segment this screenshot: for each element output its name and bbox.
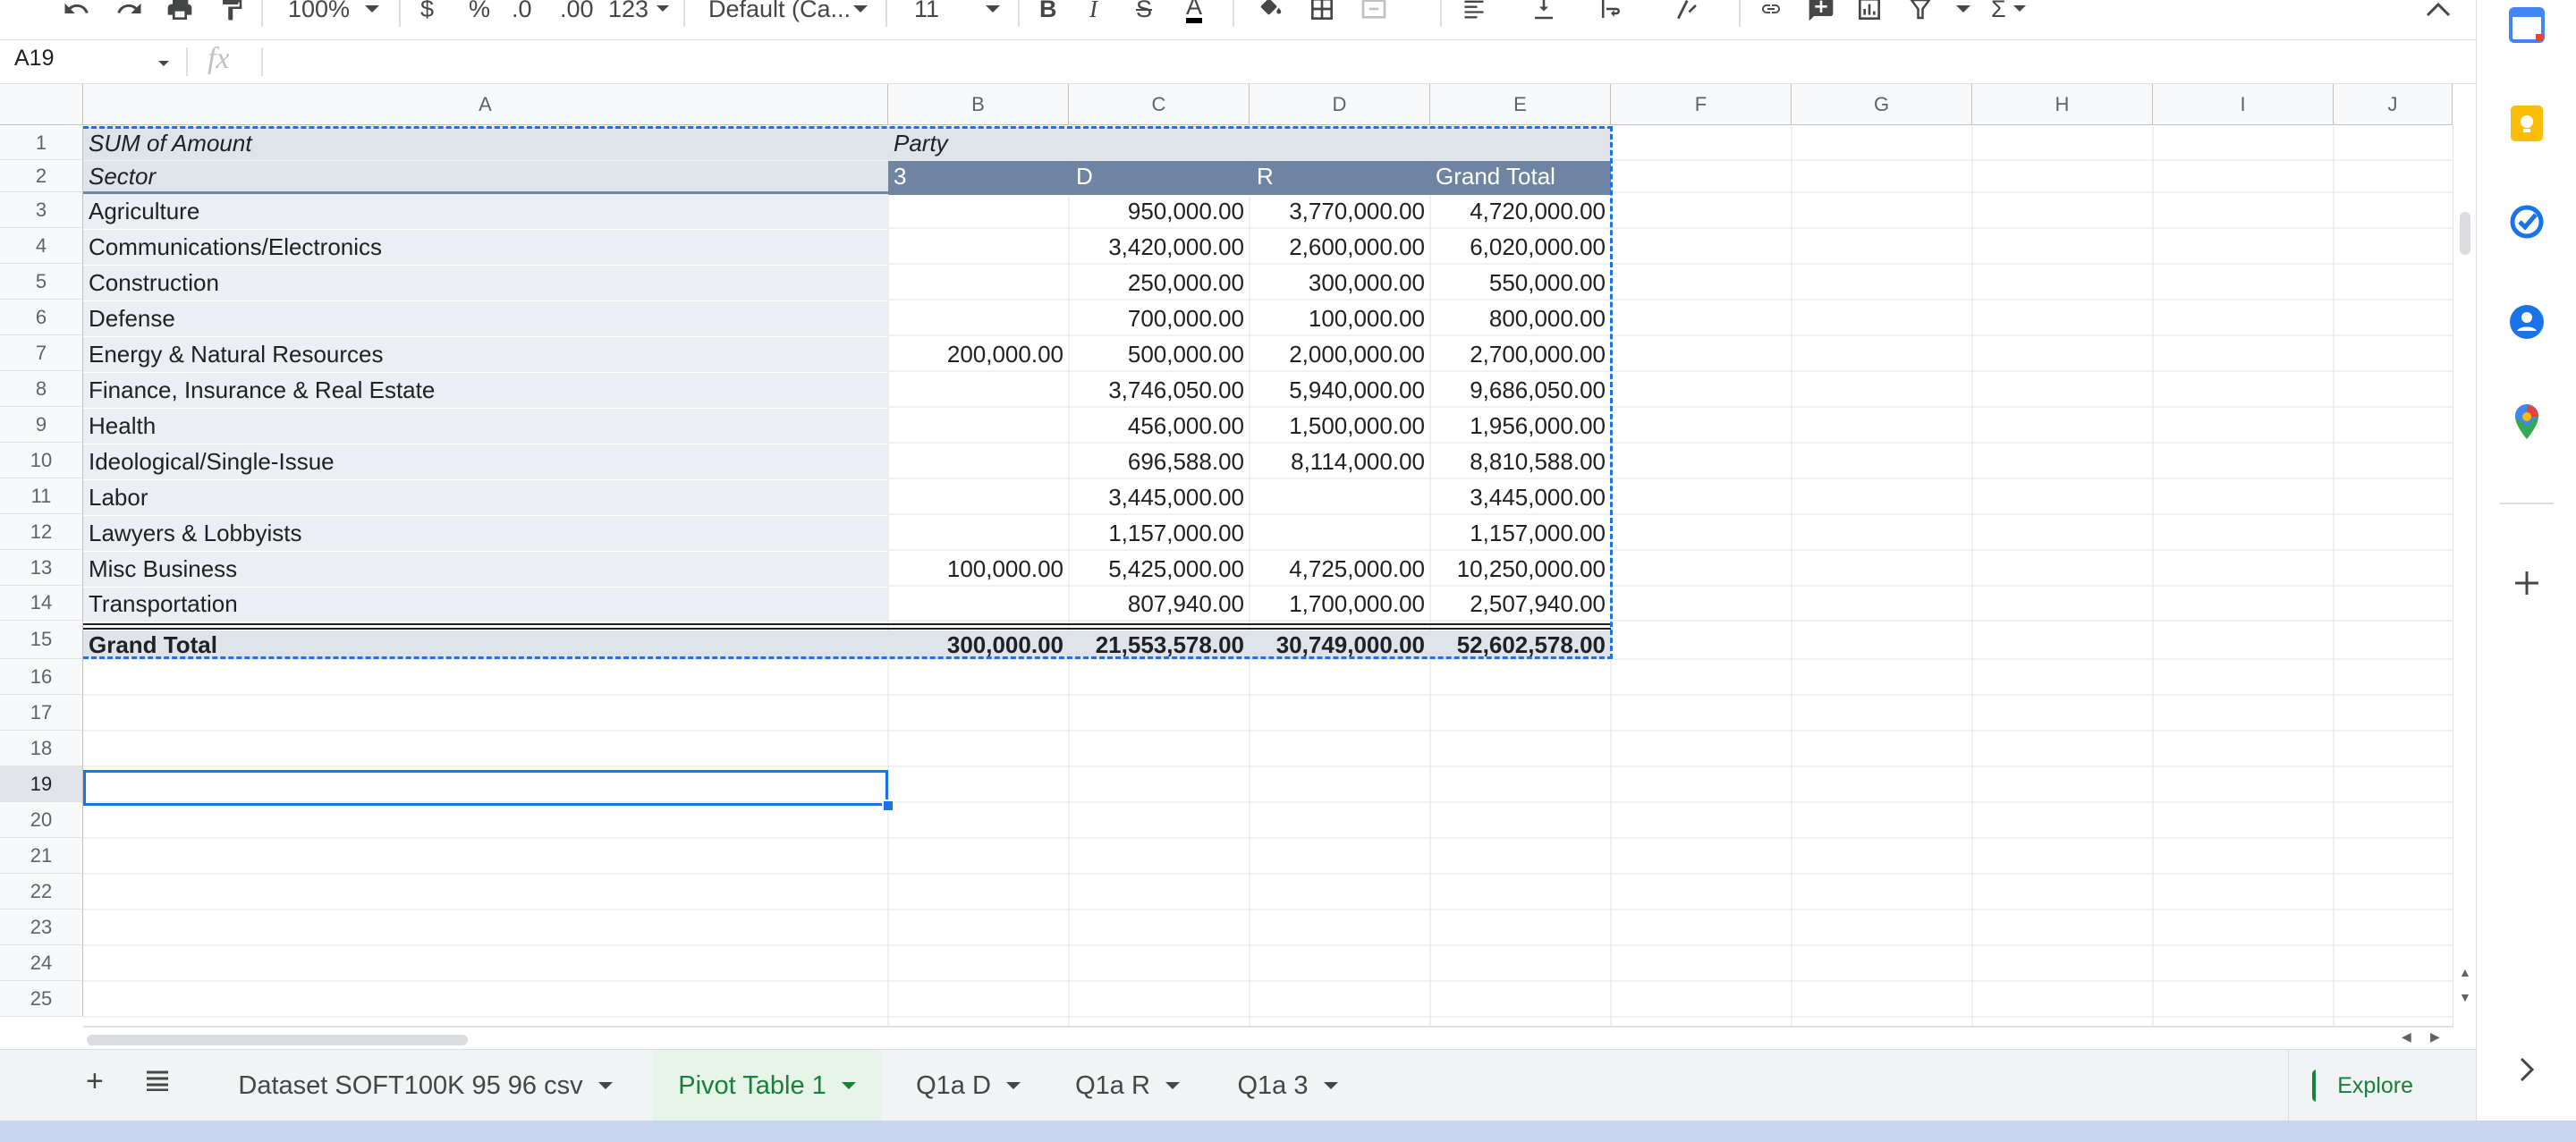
- add-icon[interactable]: [2504, 560, 2550, 606]
- copy-range-border: [83, 126, 1613, 659]
- fx-icon: fx: [208, 42, 230, 75]
- strikethrough-label: S: [1136, 0, 1153, 22]
- sheet-tab-label: Q1a R: [1075, 1070, 1150, 1100]
- explore-button[interactable]: Explore: [2288, 1050, 2413, 1121]
- font-chevron-icon[interactable]: [852, 0, 869, 27]
- align-left-icon[interactable]: [1460, 0, 1488, 27]
- functions-button[interactable]: Σ: [1991, 0, 2027, 27]
- text-rotation-icon[interactable]: [1671, 0, 1701, 27]
- zoom-select[interactable]: 100%: [288, 0, 350, 27]
- insert-chart-icon[interactable]: [1855, 0, 1884, 27]
- strikethrough-button[interactable]: S: [1136, 0, 1152, 27]
- sheet-tab-bar: + Dataset SOFT100K 95 96 csv Pivot Table …: [0, 1049, 2476, 1121]
- currency-button[interactable]: $: [420, 0, 434, 27]
- paint-format-icon[interactable]: [218, 0, 245, 27]
- maps-icon[interactable]: [2504, 399, 2550, 445]
- expand-panel-icon[interactable]: [2504, 1046, 2550, 1093]
- fill-handle[interactable]: [882, 799, 894, 812]
- text-color-button[interactable]: A: [1186, 0, 1203, 27]
- sheet-tab-label: Q1a 3: [1237, 1070, 1309, 1100]
- bold-button[interactable]: B: [1039, 0, 1057, 27]
- horizontal-scroll-thumb[interactable]: [87, 1035, 468, 1045]
- tasks-icon[interactable]: [2504, 199, 2550, 245]
- taskbar-strip: [0, 1121, 2576, 1142]
- side-panel: [2476, 0, 2576, 1121]
- font-value: Default (Ca...: [708, 0, 852, 22]
- italic-label: I: [1089, 0, 1097, 22]
- spreadsheet-grid: ABCDEFGHIJ 1 2 3 4 5 6 7 8 9 10 11 12 13 14 15 16 17 18 19…: [0, 84, 2476, 1028]
- vertical-scrollbar[interactable]: ▲ ▼: [2453, 126, 2476, 1028]
- currency-label: $: [420, 0, 435, 22]
- italic-button[interactable]: I: [1089, 0, 1097, 27]
- insert-link-icon[interactable]: [1755, 0, 1787, 27]
- sheet-tab-chevron-icon[interactable]: [841, 1081, 857, 1091]
- text-wrap-icon[interactable]: [1596, 0, 1626, 27]
- name-box-chevron-icon[interactable]: [157, 56, 170, 72]
- decrease-decimal-label: .0: [512, 0, 532, 22]
- decrease-decimal-button[interactable]: .0: [512, 0, 532, 27]
- chevron-down-icon[interactable]: [363, 0, 381, 27]
- keep-icon[interactable]: [2504, 100, 2550, 147]
- scroll-down-icon[interactable]: ▼: [2459, 990, 2471, 1004]
- borders-icon[interactable]: [1308, 0, 1336, 27]
- sheet-tab-chevron-icon[interactable]: [1323, 1081, 1339, 1091]
- sheet-tab-label: Dataset SOFT100K 95 96 csv: [238, 1070, 583, 1100]
- percent-label: %: [469, 0, 491, 22]
- toolbar: 100% $ % .0 .00 123 Default (Ca... 11 B …: [0, 0, 2476, 40]
- formula-bar: A19 fx: [0, 40, 2476, 84]
- sheet-tab[interactable]: Dataset SOFT100K 95 96 csv: [211, 1050, 640, 1121]
- calendar-icon[interactable]: [2504, 2, 2550, 48]
- vertical-scroll-thumb[interactable]: [2460, 212, 2470, 255]
- scroll-left-icon[interactable]: ◀: [2402, 1029, 2411, 1045]
- vertical-align-icon[interactable]: [1530, 0, 1558, 27]
- formula-input[interactable]: [272, 47, 2419, 76]
- explore-icon: [2312, 1070, 2317, 1102]
- horizontal-scrollbar[interactable]: ◀ ▶: [83, 1029, 2453, 1049]
- zoom-value: 100%: [288, 0, 351, 22]
- fill-color-icon[interactable]: [1256, 0, 1286, 27]
- undo-icon[interactable]: [61, 0, 91, 27]
- scroll-up-icon[interactable]: ▲: [2459, 965, 2471, 979]
- sheet-tab-label: Q1a D: [916, 1070, 991, 1100]
- bold-label: B: [1039, 0, 1057, 22]
- text-color-label: A: [1186, 0, 1203, 23]
- font-size-chevron-icon[interactable]: [984, 0, 1002, 27]
- add-sheet-icon[interactable]: +: [86, 1064, 104, 1099]
- selected-cell-a19[interactable]: [83, 770, 888, 806]
- merge-cells-icon[interactable]: [1360, 0, 1388, 27]
- explore-label: Explore: [2337, 1072, 2413, 1098]
- more-formats-label: 123: [608, 0, 649, 22]
- print-icon[interactable]: [165, 0, 195, 27]
- insert-comment-icon[interactable]: [1807, 0, 1835, 27]
- sheet-tab-chevron-icon[interactable]: [1005, 1081, 1021, 1091]
- sheet-tab[interactable]: Pivot Table 1: [653, 1050, 882, 1121]
- sheet-tab[interactable]: Q1a 3: [1213, 1050, 1363, 1121]
- increase-decimal-label: .00: [560, 0, 594, 22]
- percent-button[interactable]: %: [469, 0, 490, 27]
- all-sheets-icon[interactable]: [145, 1070, 170, 1095]
- increase-decimal-button[interactable]: .00: [560, 0, 594, 27]
- sheet-tab[interactable]: Q1a D: [894, 1050, 1043, 1121]
- collapse-toolbar-icon[interactable]: [2426, 0, 2451, 27]
- scroll-right-icon[interactable]: ▶: [2430, 1029, 2440, 1045]
- more-formats-button[interactable]: 123: [608, 0, 670, 27]
- sheet-tab-label: Pivot Table 1: [678, 1070, 826, 1100]
- sheet-tab-chevron-icon[interactable]: [1165, 1081, 1181, 1091]
- filter-icon[interactable]: [1907, 0, 1934, 27]
- font-size-value: 11: [914, 0, 940, 22]
- contacts-icon[interactable]: [2504, 299, 2550, 345]
- font-size-select[interactable]: 11: [914, 0, 939, 27]
- font-select[interactable]: Default (Ca...: [708, 0, 851, 27]
- filter-chevron-icon[interactable]: [1955, 0, 1971, 27]
- sheet-tab[interactable]: Q1a R: [1055, 1050, 1200, 1121]
- name-box[interactable]: A19: [14, 46, 54, 72]
- redo-icon[interactable]: [114, 0, 145, 27]
- functions-label: Σ: [1991, 0, 2006, 22]
- sheet-tab-chevron-icon[interactable]: [597, 1081, 614, 1091]
